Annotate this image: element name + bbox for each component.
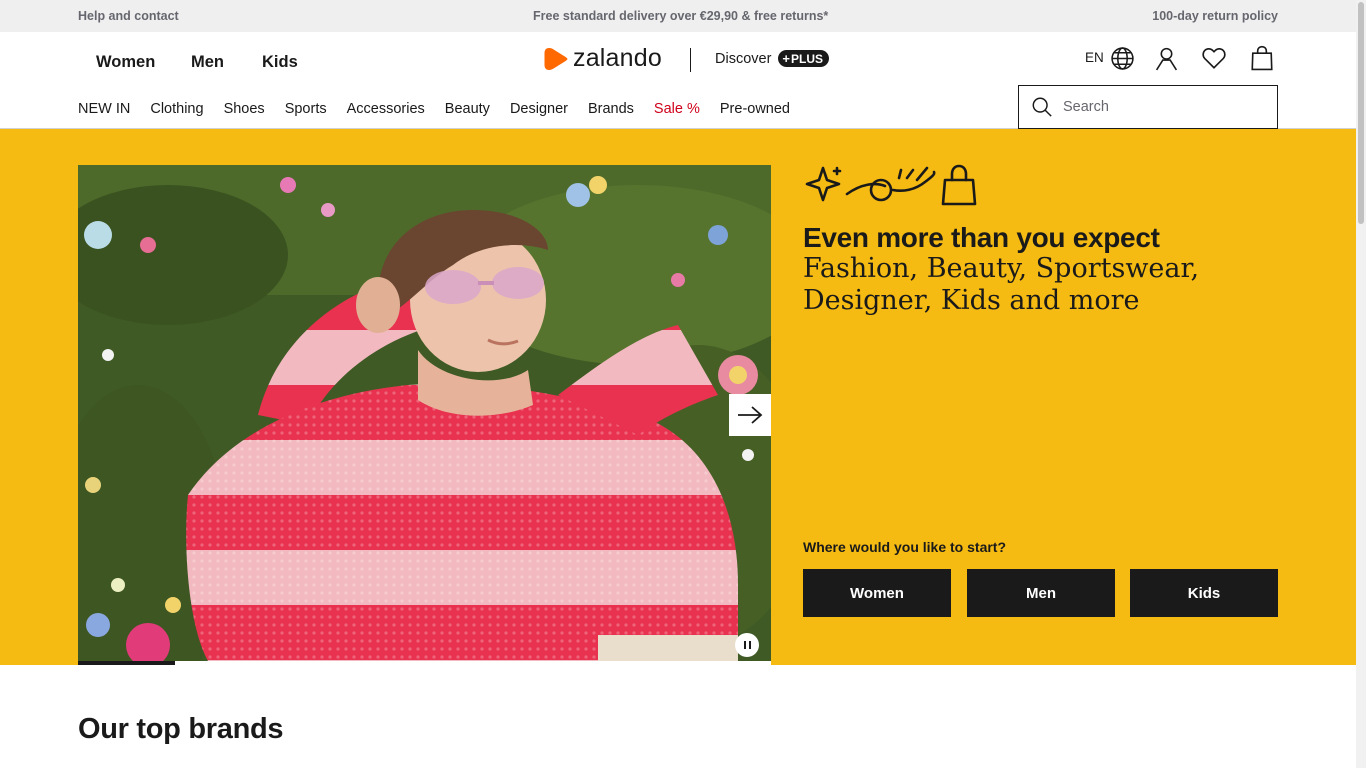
start-men-button[interactable]: Men — [967, 569, 1115, 617]
hero-subheading: Fashion, Beauty, Sportswear, Designer, K… — [803, 253, 1200, 316]
gender-nav-men[interactable]: Men — [191, 53, 224, 72]
logo-divider — [690, 48, 691, 72]
zalando-logo[interactable]: zalando — [543, 44, 662, 73]
zalando-logo-icon — [544, 47, 568, 70]
hero-image[interactable] — [78, 165, 771, 661]
category-pre-owned[interactable]: Pre-owned — [720, 101, 790, 117]
return-policy-link[interactable]: 100-day return policy — [1152, 9, 1278, 23]
category-beauty[interactable]: Beauty — [445, 101, 490, 117]
delivery-banner[interactable]: Free standard delivery over €29,90 & fre… — [533, 9, 828, 23]
scrollbar-thumb[interactable] — [1358, 2, 1364, 224]
discover-plus-link[interactable]: Discover + PLUS — [715, 50, 830, 67]
page-scrollbar[interactable] — [1356, 0, 1366, 768]
gender-nav-kids[interactable]: Kids — [262, 53, 298, 72]
hero-illustration — [803, 164, 979, 211]
category-nav: NEW IN Clothing Shoes Sports Accessories… — [78, 101, 810, 117]
logo-wordmark: zalando — [573, 44, 662, 72]
start-kids-button[interactable]: Kids — [1130, 569, 1278, 617]
swoosh-icon — [845, 182, 887, 196]
plus-label: PLUS — [791, 51, 824, 66]
eye-icon — [869, 178, 893, 202]
arrow-right-icon — [738, 406, 763, 424]
language-code[interactable]: EN — [1085, 50, 1104, 65]
sparkle-icon — [805, 166, 841, 202]
search-box[interactable] — [1018, 85, 1278, 129]
search-input[interactable] — [1063, 99, 1263, 115]
start-women-button[interactable]: Women — [803, 569, 951, 617]
category-shoes[interactable]: Shoes — [224, 101, 265, 117]
category-clothing[interactable]: Clothing — [150, 101, 203, 117]
help-contact-link[interactable]: Help and contact — [78, 9, 179, 23]
bag-icon[interactable] — [1248, 44, 1276, 72]
carousel-progress-fill — [78, 661, 176, 665]
category-brands[interactable]: Brands — [588, 101, 634, 117]
utility-bar: Help and contact Free standard delivery … — [0, 0, 1356, 32]
category-sports[interactable]: Sports — [285, 101, 327, 117]
category-new-in[interactable]: NEW IN — [78, 101, 130, 117]
plus-sign-icon: + — [782, 51, 790, 66]
carousel-next-button[interactable] — [729, 394, 771, 436]
discover-label: Discover — [715, 50, 772, 67]
heart-icon[interactable] — [1200, 44, 1228, 72]
user-icon[interactable] — [1152, 44, 1180, 72]
hero-heading: Even more than you expect — [803, 222, 1160, 253]
category-accessories[interactable]: Accessories — [347, 101, 425, 117]
carousel-pause-button[interactable] — [735, 633, 759, 657]
plus-badge: + PLUS — [778, 50, 830, 67]
globe-icon[interactable] — [1108, 44, 1136, 72]
carousel-progress-track — [78, 661, 771, 665]
pause-icon — [742, 636, 752, 654]
shopping-bag-icon — [941, 178, 977, 206]
search-icon — [1032, 97, 1052, 117]
site-header: Women Men Kids zalando Discover + PLUS EN — [0, 32, 1356, 129]
top-brands-title: Our top brands — [78, 713, 284, 745]
category-sale[interactable]: Sale % — [654, 101, 700, 117]
start-prompt: Where would you like to start? — [803, 539, 1007, 555]
hero-banner: Even more than you expect Fashion, Beaut… — [0, 129, 1356, 665]
category-designer[interactable]: Designer — [510, 101, 568, 117]
gender-nav-women[interactable]: Women — [96, 53, 155, 72]
